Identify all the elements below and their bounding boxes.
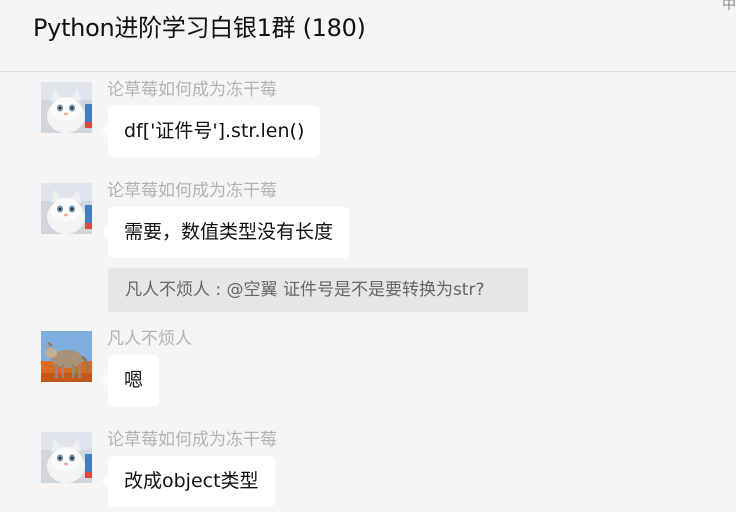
message-bubble[interactable]: 改成object类型 [102,456,275,507]
chat-header: Python进阶学习白银1群 (180) 中 [0,0,736,72]
chat-title: Python进阶学习白银1群 (180) [33,14,366,42]
sender-name: 论草莓如何成为冻干莓 [107,430,277,450]
corner-glyph[interactable]: 中 [722,0,736,14]
cat-avatar[interactable] [41,82,92,133]
message-bubble[interactable]: 需要，数值类型没有长度 [101,207,350,258]
sender-name: 凡人不烦人 [107,329,192,349]
cat-avatar[interactable] [41,183,92,234]
sender-name: 论草莓如何成为冻干莓 [107,80,277,100]
sender-name: 论草莓如何成为冻干莓 [107,181,277,201]
message-bubble[interactable]: 嗯 [101,355,160,406]
chat-window: Python进阶学习白银1群 (180) 中 论草莓如何成为冻干莓 df['证件… [0,0,736,512]
wolf-avatar[interactable] [41,331,92,382]
message-bubble[interactable]: df['证件号'].str.len() [101,106,321,157]
quoted-reply[interactable]: 凡人不烦人 : @空翼 证件号是不是要转换为str? [108,268,528,312]
cat-avatar[interactable] [41,432,92,483]
